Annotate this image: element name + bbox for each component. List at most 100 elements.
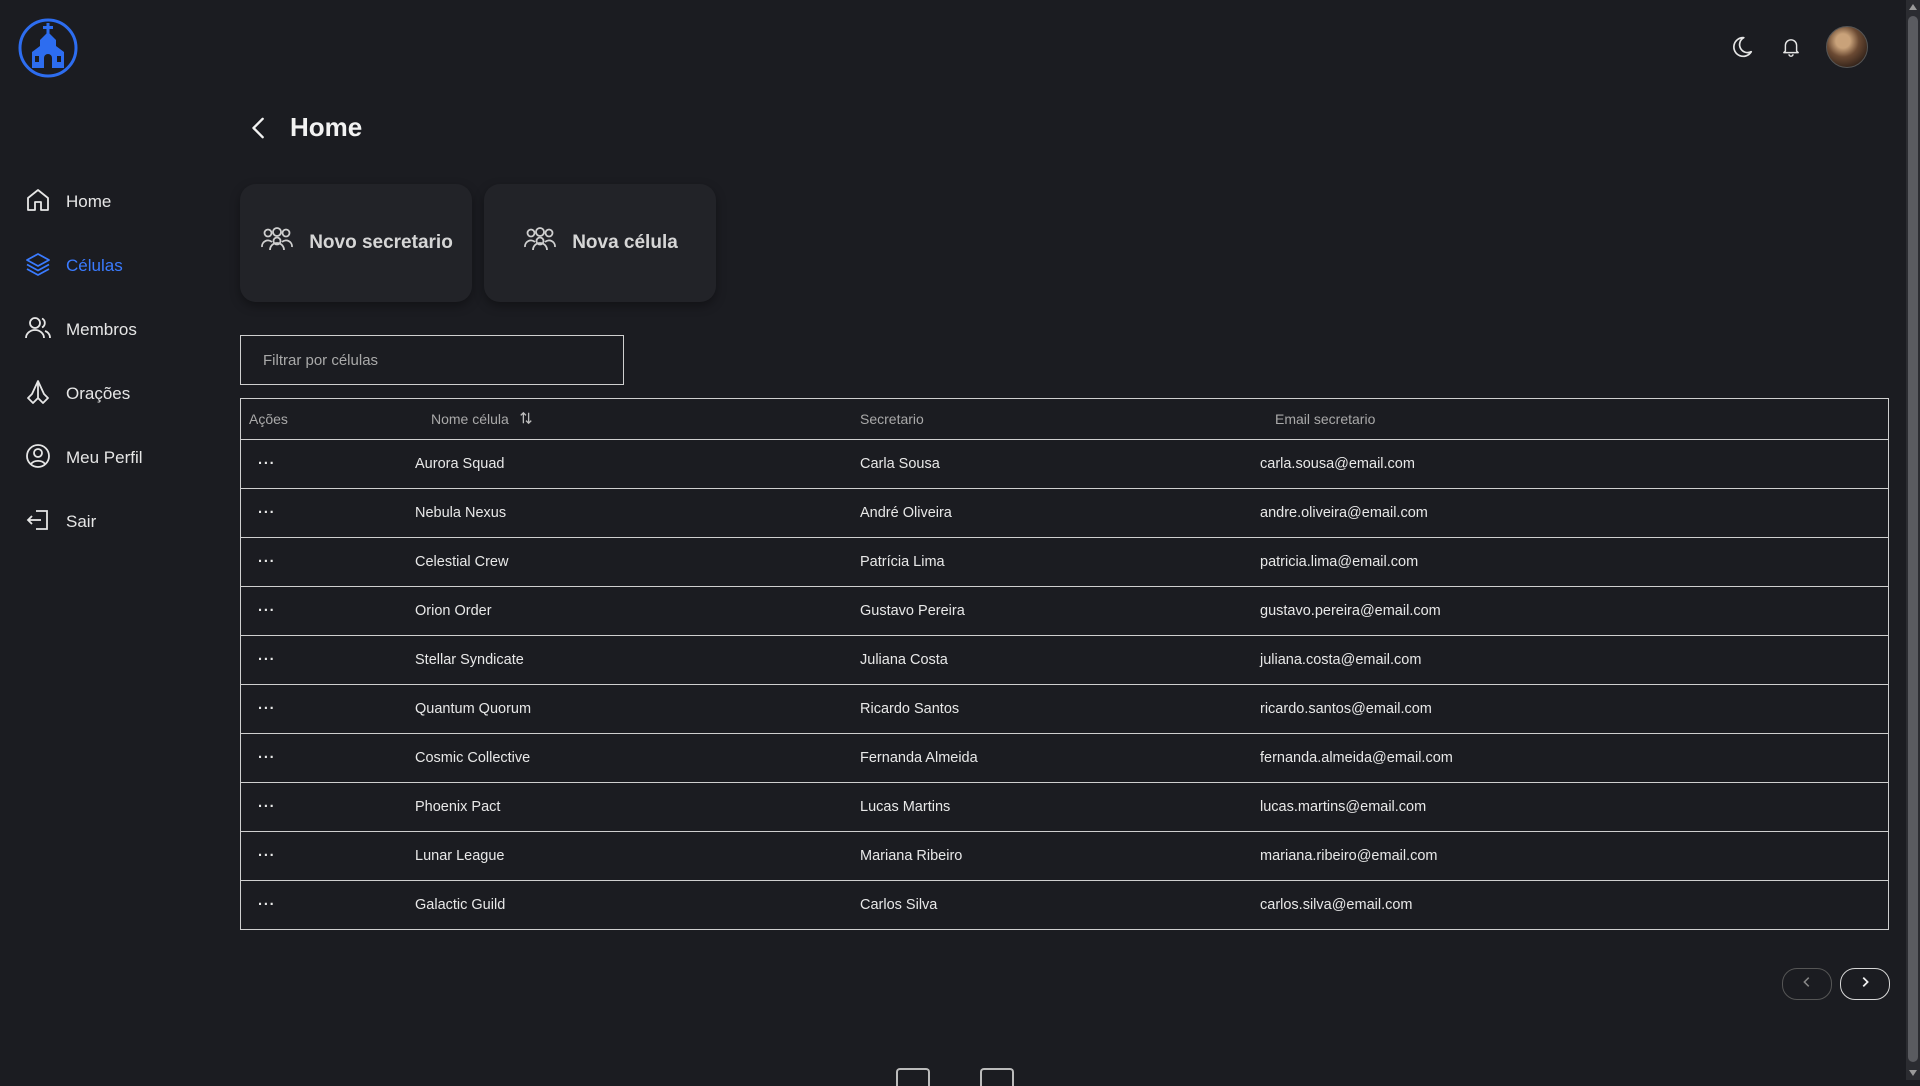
page-scrollbar[interactable] xyxy=(1906,0,1920,1080)
cell-name: Aurora Squad xyxy=(415,456,505,472)
row-actions-button[interactable]: ··· xyxy=(241,701,407,717)
video-icon[interactable] xyxy=(980,1068,1014,1086)
chevron-left-icon xyxy=(1800,975,1814,994)
new-cell-button[interactable]: Nova célula xyxy=(484,184,716,302)
cell-name: Stellar Syndicate xyxy=(415,652,524,668)
cell-secretary: Juliana Costa xyxy=(860,652,948,668)
sidebar-item-meu-perfil[interactable]: Meu Perfil xyxy=(0,426,220,490)
church-logo-icon[interactable] xyxy=(18,18,78,78)
sidebar-item-label: Meu Perfil xyxy=(66,448,143,467)
table-row: ··· Orion Order Gustavo Pereira gustavo.per… xyxy=(241,587,1888,636)
column-header-secretario: Secretario xyxy=(860,411,924,427)
sidebar-item-label: Membros xyxy=(66,320,137,339)
sidebar-item-sair[interactable]: Sair xyxy=(0,490,220,554)
table-row: ··· Lunar League Mariana Ribeiro mariana.ri… xyxy=(241,832,1888,881)
bell-icon[interactable] xyxy=(1776,32,1806,62)
row-actions-button[interactable]: ··· xyxy=(241,554,407,570)
cell-name: Nebula Nexus xyxy=(415,505,507,521)
table-row: ··· Phoenix Pact Lucas Martins lucas.martin… xyxy=(241,783,1888,832)
prev-page-button[interactable] xyxy=(1782,968,1832,1000)
instagram-icon[interactable] xyxy=(896,1068,930,1086)
sort-icon[interactable] xyxy=(519,411,533,428)
cell-secretary: Carla Sousa xyxy=(860,456,940,472)
table-row: ··· Cosmic Collective Fernanda Almeida fern… xyxy=(241,734,1888,783)
new-secretary-button[interactable]: Novo secretario xyxy=(240,184,472,302)
cell-name: Phoenix Pact xyxy=(415,799,501,815)
scroll-up-icon[interactable] xyxy=(1909,4,1917,10)
new-cell-label: Nova célula xyxy=(572,232,678,253)
row-actions-button[interactable]: ··· xyxy=(241,652,407,668)
home-icon xyxy=(24,186,52,219)
chevron-right-icon xyxy=(1858,975,1872,994)
table-row: ··· Nebula Nexus André Oliveira andre.olive… xyxy=(241,489,1888,538)
sidebar-item-label: Células xyxy=(66,256,123,275)
cell-name: Lunar League xyxy=(415,848,505,864)
back-arrow-icon[interactable] xyxy=(248,114,272,142)
cell-name: Celestial Crew xyxy=(415,554,509,570)
cell-email: ricardo.santos@email.com xyxy=(1260,701,1432,717)
column-header-email: Email secretario xyxy=(1275,411,1376,427)
cell-secretary: Ricardo Santos xyxy=(860,701,960,717)
group-icon xyxy=(259,225,295,261)
pagination xyxy=(1782,968,1890,1000)
next-page-button[interactable] xyxy=(1840,968,1890,1000)
cell-secretary: Fernanda Almeida xyxy=(860,750,978,766)
cell-name: Quantum Quorum xyxy=(415,701,532,717)
row-actions-button[interactable]: ··· xyxy=(241,799,407,815)
row-actions-button[interactable]: ··· xyxy=(241,456,407,472)
cells-table: Ações Nome célula Secretario Email secre… xyxy=(240,398,1889,930)
column-header-nome-label: Nome célula xyxy=(431,411,509,427)
sidebar-item-membros[interactable]: Membros xyxy=(0,298,220,362)
page-title: Home xyxy=(290,112,363,142)
sidebar-item-home[interactable]: Home xyxy=(0,170,220,234)
cell-email: lucas.martins@email.com xyxy=(1260,799,1427,815)
sidebar-item-label: Orações xyxy=(66,384,131,403)
sidebar-item-label: Home xyxy=(66,192,112,211)
sidebar-item-oracoes[interactable]: Orações xyxy=(0,362,220,426)
row-actions-button[interactable]: ··· xyxy=(241,603,407,619)
row-actions-button[interactable]: ··· xyxy=(241,897,407,913)
sidebar-item-label: Sair xyxy=(66,512,97,531)
sidebar-item-celulas[interactable]: Células xyxy=(0,234,220,298)
page-header: Home xyxy=(248,112,362,143)
users-icon xyxy=(24,314,52,347)
scrollbar-thumb[interactable] xyxy=(1908,16,1918,1062)
action-cards: Novo secretario Nova célula xyxy=(240,184,716,302)
table-row: ··· Galactic Guild Carlos Silva carlos.silv… xyxy=(241,881,1888,929)
row-actions-button[interactable]: ··· xyxy=(241,505,407,521)
scroll-down-icon[interactable] xyxy=(1909,1070,1917,1076)
sidebar: Home Células Membros Orações Meu Perfil … xyxy=(0,170,220,554)
table-header: Ações Nome célula Secretario Email secre… xyxy=(241,399,1888,440)
user-circle-icon xyxy=(24,442,52,475)
cell-email: fernanda.almeida@email.com xyxy=(1260,750,1453,766)
cell-email: carla.sousa@email.com xyxy=(1260,456,1415,472)
cell-secretary: Gustavo Pereira xyxy=(860,603,965,619)
column-header-nome[interactable]: Nome célula xyxy=(407,411,860,428)
cell-email: patricia.lima@email.com xyxy=(1260,554,1419,570)
layers-icon xyxy=(24,250,52,283)
cell-email: juliana.costa@email.com xyxy=(1260,652,1422,668)
cell-email: mariana.ribeiro@email.com xyxy=(1260,848,1438,864)
table-body: ··· Aurora Squad Carla Sousa carla.sousa@em… xyxy=(241,440,1888,929)
column-header-acoes: Ações xyxy=(249,411,288,427)
cell-name: Cosmic Collective xyxy=(415,750,531,766)
table-row: ··· Celestial Crew Patrícia Lima patricia.l… xyxy=(241,538,1888,587)
logout-icon xyxy=(24,506,52,539)
cell-email: gustavo.pereira@email.com xyxy=(1260,603,1441,619)
cell-email: andre.oliveira@email.com xyxy=(1260,505,1428,521)
row-actions-button[interactable]: ··· xyxy=(241,750,407,766)
avatar[interactable] xyxy=(1826,26,1868,68)
new-secretary-label: Novo secretario xyxy=(309,232,453,253)
row-actions-button[interactable]: ··· xyxy=(241,848,407,864)
cell-name: Galactic Guild xyxy=(415,897,506,913)
praying-hands-icon xyxy=(24,378,52,411)
moon-icon[interactable] xyxy=(1726,32,1756,62)
cell-name: Orion Order xyxy=(415,603,492,619)
cell-secretary: Lucas Martins xyxy=(860,799,951,815)
table-row: ··· Quantum Quorum Ricardo Santos ricardo.s… xyxy=(241,685,1888,734)
table-row: ··· Aurora Squad Carla Sousa carla.sousa@em… xyxy=(241,440,1888,489)
cell-email: carlos.silva@email.com xyxy=(1260,897,1413,913)
cell-secretary: Mariana Ribeiro xyxy=(860,848,963,864)
filter-cells-input[interactable] xyxy=(240,335,624,385)
cell-secretary: Carlos Silva xyxy=(860,897,938,913)
